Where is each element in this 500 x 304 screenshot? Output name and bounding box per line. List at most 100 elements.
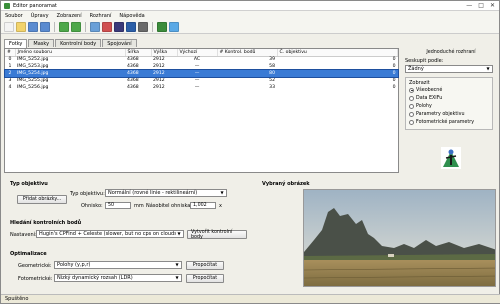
tab-masky[interactable]: Masky — [28, 39, 55, 47]
new-icon[interactable] — [4, 21, 14, 32]
undo-icon[interactable] — [59, 21, 69, 32]
optimize-heading: Optimalizace — [10, 251, 47, 257]
chevron-down-icon: ▼ — [486, 66, 490, 71]
redo-icon[interactable] — [71, 21, 81, 32]
table-row[interactable]: 0 IMG_5252.jpg 4368 2912 AC 39 0 — [5, 56, 398, 63]
tab-spojovani[interactable]: Spojování — [102, 39, 137, 47]
focal-unit: mm — [134, 203, 144, 209]
remove-images-icon[interactable] — [102, 21, 112, 32]
title-bar: Editor panoramat — □ ✕ — [1, 1, 499, 11]
col-height[interactable]: Výška — [151, 49, 178, 57]
table-row[interactable]: 1 IMG_5253.jpg 4368 2912 — 58 0 — [5, 63, 398, 70]
preview-image — [303, 189, 496, 287]
table-row[interactable]: 2 IMG_5254.jpg 4368 2912—80 0 — [4, 69, 399, 78]
tab-kontrolni-body[interactable]: Kontrolní body — [55, 39, 102, 47]
col-anchor[interactable]: Výchozí — [177, 49, 218, 57]
open-icon[interactable] — [16, 21, 26, 32]
cell-height: 2912 — [151, 70, 177, 77]
crop-factor-label: Násobitel ohniska: — [146, 203, 192, 209]
window-title: Editor panoramat — [13, 2, 57, 9]
cell-width: 4368 — [127, 57, 139, 63]
table-header: # Jméno souboru Šířka Výška Výchozí # Ko… — [5, 49, 398, 57]
col-filename[interactable]: Jméno souboru — [15, 49, 126, 57]
menu-upravy[interactable]: Úpravy — [31, 13, 49, 19]
radio-label: Fotometrické parametry — [416, 119, 475, 125]
col-width[interactable]: Šířka — [125, 49, 152, 57]
menu-rozhrani[interactable]: Rozhraní — [90, 13, 112, 19]
photometric-select[interactable]: Nízký dynamický rozsah (LDR) ▼ — [54, 274, 182, 282]
preview-heading: Vybraný obrázek — [262, 181, 310, 187]
group-by-select[interactable]: Žádný ▼ — [405, 65, 493, 73]
cell-cp-count: 80 — [217, 70, 277, 77]
radio-indicator — [409, 95, 414, 101]
photometric-value: Nízký dynamický rozsah (LDR) — [57, 275, 133, 281]
cell-lens: 0 — [392, 85, 396, 90]
cell-anchor: AC — [193, 57, 201, 63]
save-as-icon[interactable] — [40, 21, 50, 32]
col-cp-count[interactable]: # Kontrol. bodů — [217, 49, 278, 57]
close-button[interactable]: ✕ — [490, 2, 495, 9]
tab-bar: Fotky Masky Kontrolní body Spojování — [4, 39, 137, 48]
images-table: # Jméno souboru Šířka Výška Výchozí # Ko… — [4, 48, 399, 173]
minimize-button[interactable]: — — [466, 2, 472, 9]
menu-bar: Soubor Úpravy Zobrazení Rozhraní Nápověd… — [1, 11, 499, 20]
cell-filename: IMG_5255.jpg — [17, 78, 49, 83]
lens-type-label: Typ objektivu: — [70, 191, 105, 197]
cell-index: 1 — [8, 64, 12, 69]
cell-width: 4368 — [127, 85, 139, 90]
photometric-calc-button[interactable]: Propočítat — [186, 274, 224, 283]
col-index[interactable]: # — [5, 49, 16, 57]
cell-height: 2912 — [153, 57, 165, 63]
lens-type-select[interactable]: Normální (rovné linie - rektilineární) ▼ — [105, 189, 227, 197]
tab-fotky[interactable]: Fotky — [4, 39, 28, 48]
cell-cp-count: 33 — [269, 85, 275, 90]
radio-indicator — [409, 87, 414, 93]
add-images-icon[interactable] — [90, 21, 100, 32]
radio-indicator — [409, 119, 414, 125]
table-row[interactable]: 3 IMG_5255.jpg 4368 2912 — 52 0 — [5, 77, 398, 84]
maximize-button[interactable]: □ — [478, 2, 484, 9]
cell-height: 2912 — [153, 64, 165, 69]
radio-label: Parametry objektivu — [416, 111, 465, 117]
gallery-icon[interactable] — [157, 21, 167, 32]
chevron-down-icon: ▼ — [176, 231, 182, 237]
focal-length-label: Ohnisko: — [81, 203, 103, 209]
radio-positions[interactable]: Polohy — [409, 102, 489, 110]
menu-soubor[interactable]: Soubor — [5, 13, 23, 19]
radio-photometric[interactable]: Fotometrické parametry — [409, 118, 489, 126]
radio-general[interactable]: Všeobecné — [409, 86, 489, 94]
menu-napoveda[interactable]: Nápověda — [119, 13, 144, 19]
add-images-button[interactable]: Přidat obrázky... — [17, 195, 67, 204]
crop-unit: x — [219, 203, 222, 209]
control-points-icon[interactable] — [114, 21, 124, 32]
cp-heading: Hledání kontrolních bodů — [10, 220, 82, 226]
toolbar-separator — [54, 21, 55, 32]
col-lens[interactable]: Č. objektivu — [277, 49, 398, 57]
radio-lens-params[interactable]: Parametry objektivu — [409, 110, 489, 118]
geometric-select[interactable]: Polohy (y,p,r) ▼ — [54, 261, 182, 269]
stitch-icon[interactable] — [138, 21, 148, 32]
create-cp-button[interactable]: Vytvořit kontrolní body — [187, 230, 247, 240]
cell-width: 4368 — [127, 64, 139, 69]
radio-indicator — [409, 111, 414, 117]
cell-cp-count: 52 — [269, 78, 275, 83]
cell-anchor: — — [194, 78, 200, 83]
main-window: Editor panoramat — □ ✕ Soubor Úpravy Zob… — [0, 0, 500, 304]
geometric-calc-button[interactable]: Propočítat — [186, 261, 224, 270]
cell-index: 3 — [8, 78, 12, 83]
focal-length-input[interactable]: 50 — [105, 202, 131, 209]
show-group: Zobrazit Všeobecné Data EXIFu Polohy Par… — [405, 77, 493, 130]
simple-interface-toggle[interactable]: Jednoduché rozhraní — [405, 48, 497, 56]
geometric-label: Geometrické: — [18, 263, 52, 269]
group-by-label: Seskupit podle: — [405, 58, 444, 64]
cp-setting-select[interactable]: Hugin's CPFind + Celeste (slower, but no… — [36, 230, 184, 238]
preview-icon[interactable] — [169, 21, 179, 32]
table-row[interactable]: 4 IMG_5256.jpg 4368 2912 — 33 0 — [5, 84, 398, 91]
radio-exif[interactable]: Data EXIFu — [409, 94, 489, 102]
menu-zobrazeni[interactable]: Zobrazení — [57, 13, 82, 19]
optimize-icon[interactable] — [126, 21, 136, 32]
chevron-down-icon: ▼ — [175, 275, 179, 280]
save-icon[interactable] — [28, 21, 38, 32]
crop-factor-input[interactable]: 1,002 — [190, 202, 216, 209]
radio-label: Data EXIFu — [416, 95, 443, 101]
